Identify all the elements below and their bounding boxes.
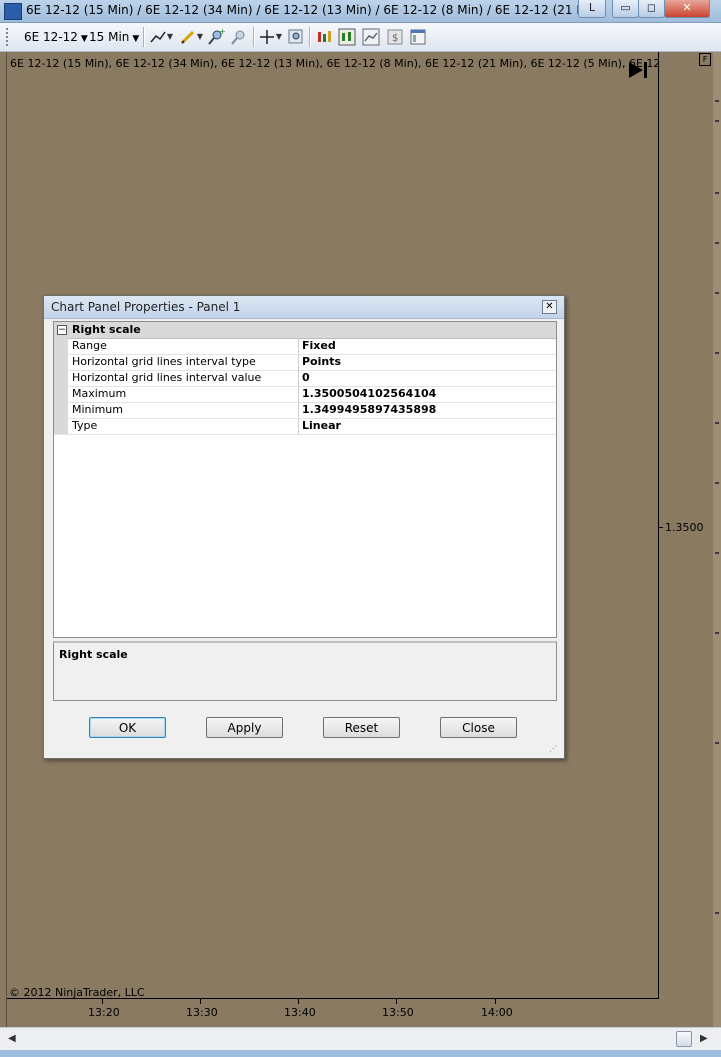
toolbar-separator [309, 27, 311, 47]
dollar-icon[interactable]: $ [386, 28, 404, 46]
time-axis-label: 13:50 [382, 1006, 414, 1019]
scroll-left-icon[interactable]: ◀ [8, 1033, 16, 1044]
chevron-down-icon[interactable]: ▼ [196, 28, 204, 46]
app-chart-icon [4, 3, 22, 20]
toolbar-separator [253, 27, 255, 47]
property-value[interactable]: Points [302, 355, 341, 368]
chart-horizontal-scrollbar[interactable]: ◀ ▶ [0, 1027, 721, 1050]
time-axis-label: 13:20 [88, 1006, 120, 1019]
instrument-value: 6E 12-12 [24, 30, 78, 44]
pencil-icon[interactable] [179, 28, 197, 46]
property-description-panel: Right scale [53, 641, 557, 701]
property-value[interactable]: 0 [302, 371, 310, 384]
chart-toolbar: 6E 12-12 ▼ 15 Min ▼ ▼ ▼ + ▼ $ [0, 23, 721, 52]
scroll-right-icon[interactable]: ▶ [700, 1033, 708, 1044]
svg-text:+: + [219, 28, 225, 36]
chevron-down-icon[interactable]: ▼ [166, 28, 174, 46]
property-name: Minimum [72, 403, 123, 416]
interval-value: 15 Min [89, 30, 130, 44]
ok-button[interactable]: OK [89, 717, 166, 738]
property-row-minimum[interactable]: Minimum 1.3499495897435898 [54, 402, 556, 419]
tab-label-button[interactable]: L [578, 0, 606, 18]
properties-icon[interactable] [409, 28, 427, 46]
close-button[interactable]: Close [440, 717, 517, 738]
chart-panel-properties-dialog: Chart Panel Properties - Panel 1 ✕ − Rig… [43, 295, 565, 759]
property-value[interactable]: 1.3499495897435898 [302, 403, 436, 416]
resize-grip-icon[interactable]: ⋰ [549, 744, 559, 754]
property-name: Maximum [72, 387, 127, 400]
time-axis-label: 14:00 [481, 1006, 513, 1019]
price-tick [658, 527, 663, 528]
property-value[interactable]: Fixed [302, 339, 336, 352]
property-name: Horizontal grid lines interval type [72, 355, 256, 368]
property-row-maximum[interactable]: Maximum 1.3500504102564104 [54, 386, 556, 403]
zoom-in-icon[interactable]: + [207, 27, 226, 46]
chevron-down-icon[interactable]: ▼ [275, 28, 283, 46]
scrollbar-thumb[interactable] [676, 1031, 692, 1047]
property-name: Type [72, 419, 98, 432]
skip-to-end-icon[interactable] [627, 60, 653, 82]
price-axis-label: 1.3500 [665, 521, 704, 534]
property-value[interactable]: 1.3500504102564104 [302, 387, 436, 400]
chevron-down-icon: ▼ [132, 34, 140, 44]
property-name: Horizontal grid lines interval value [72, 371, 262, 384]
crosshair-icon[interactable] [258, 28, 276, 46]
adjacent-window-edge [713, 52, 721, 1027]
property-row-range[interactable]: Range Fixed [54, 338, 556, 355]
area-chart-icon[interactable] [362, 28, 380, 46]
apply-button[interactable]: Apply [206, 717, 283, 738]
bar-chart-icon[interactable] [315, 28, 333, 46]
minimize-button[interactable]: ▭ [612, 0, 639, 18]
zoom-out-icon[interactable] [230, 28, 248, 46]
time-tick [396, 999, 397, 1004]
time-tick [298, 999, 299, 1004]
price-axis [658, 52, 659, 998]
toolbar-grip[interactable] [6, 28, 11, 46]
toolbar-separator [143, 27, 145, 47]
line-tool-icon[interactable] [149, 28, 167, 46]
window-titlebar: 6E 12-12 (15 Min) / 6E 12-12 (34 Min) / … [0, 0, 721, 23]
maximize-button[interactable]: ◻ [638, 0, 665, 18]
svg-text:$: $ [392, 33, 398, 44]
reset-button[interactable]: Reset [323, 717, 400, 738]
collapse-icon[interactable]: − [57, 325, 67, 335]
property-name: Range [72, 339, 107, 352]
dialog-titlebar: Chart Panel Properties - Panel 1 ✕ [44, 296, 564, 319]
time-tick [495, 999, 496, 1004]
property-value[interactable]: Linear [302, 419, 341, 432]
description-title: Right scale [59, 648, 128, 661]
time-tick [200, 999, 201, 1004]
close-window-button[interactable]: ✕ [664, 0, 710, 18]
f-toggle-button[interactable]: F [699, 53, 711, 66]
time-axis-label: 13:40 [284, 1006, 316, 1019]
dialog-close-icon[interactable]: ✕ [542, 300, 557, 314]
interval-dropdown[interactable]: 15 Min ▼ [89, 28, 139, 46]
category-row-right-scale[interactable]: − Right scale [54, 322, 556, 339]
chart-series-label: 6E 12-12 (15 Min), 6E 12-12 (34 Min), 6E… [10, 57, 660, 70]
candlestick-icon[interactable] [338, 28, 356, 46]
property-grid: − Right scale Range Fixed Horizontal grid… [53, 321, 557, 638]
chevron-down-icon: ▼ [80, 34, 88, 44]
property-row-grid-interval-type[interactable]: Horizontal grid lines interval type Point… [54, 354, 556, 371]
dialog-title: Chart Panel Properties - Panel 1 [51, 300, 241, 314]
copyright-text: © 2012 NinjaTrader, LLC [9, 986, 145, 999]
time-tick [102, 999, 103, 1004]
property-row-type[interactable]: Type Linear [54, 418, 556, 435]
time-axis-label: 13:30 [186, 1006, 218, 1019]
window-title: 6E 12-12 (15 Min) / 6E 12-12 (34 Min) / … [26, 3, 578, 17]
category-label: Right scale [72, 323, 141, 336]
window-bottom-border [0, 1050, 721, 1057]
instrument-dropdown[interactable]: 6E 12-12 ▼ [24, 28, 88, 46]
property-row-grid-interval-value[interactable]: Horizontal grid lines interval value 0 [54, 370, 556, 387]
magnify-icon[interactable] [287, 28, 305, 46]
